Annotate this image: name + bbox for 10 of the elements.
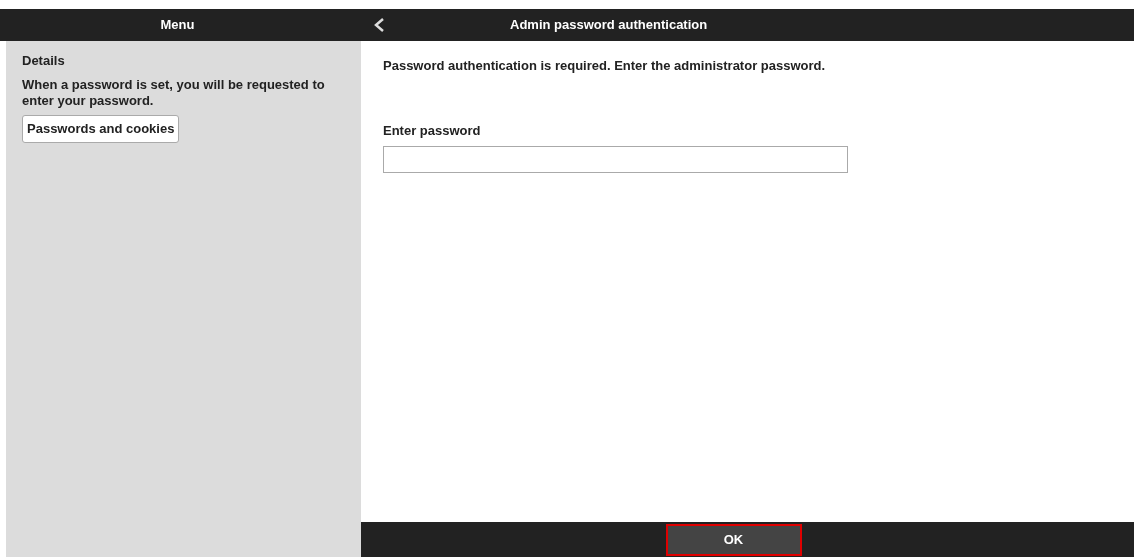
field-label: Enter password	[383, 121, 482, 140]
details-text: When a password is set, you will be requested to enter your password.	[22, 76, 326, 109]
menu-title: Menu	[159, 16, 196, 35]
passwords-cookies-button[interactable]: Passwords and cookies	[22, 114, 180, 143]
ok-button[interactable]: OK	[665, 523, 802, 556]
instruction-text: Password authentication is required. Enter the administrator password.	[383, 57, 827, 75]
back-icon[interactable]	[373, 17, 385, 33]
details-heading: Details	[22, 52, 66, 70]
password-field[interactable]	[383, 146, 848, 173]
page-title: Admin password authentication	[510, 16, 708, 35]
